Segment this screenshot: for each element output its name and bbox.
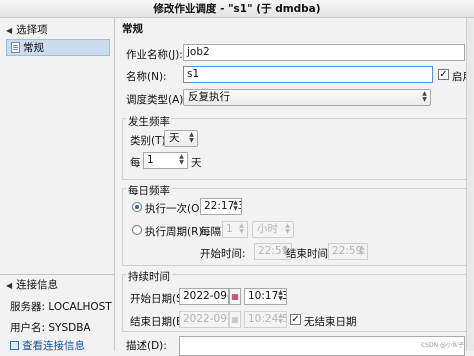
server-info: 服务器: LOCALHOST [10,301,112,313]
frequency-group-title: 发生频率 [126,114,172,129]
calendar-icon[interactable]: ▦ [229,288,241,305]
name-label: 名称(N): [126,71,167,83]
document-icon [11,42,20,53]
schedule-type-select[interactable]: 反复执行 ▲ ▼ [183,89,431,106]
spinner-arrows-icon: ▲ ▼ [278,312,283,325]
spinner-arrows-icon: ▲ ▼ [278,289,283,302]
freq-type-select[interactable]: 天 ▲ ▼ [164,130,198,147]
end-time-label: 结束时间: [286,248,332,260]
dropdown-arrows-icon: ▲ ▼ [285,222,290,235]
link-icon [10,341,19,350]
run-once-label: 执行一次(O): [145,203,207,215]
section-select[interactable]: ◀ 选择项 [0,22,48,38]
freq-every-prefix: 每 [130,157,141,169]
calendar-icon[interactable]: ▦ [229,311,241,328]
dropdown-arrows-icon: ▲ ▼ [422,90,427,103]
run-periodic-label: 执行周期(R): [145,226,207,238]
period-every-value: 1 [226,223,233,235]
vertical-scrollbar[interactable] [466,18,474,351]
user-info: 用户名: SYSDBA [10,322,91,334]
start-time-label: 开始时间: [200,248,246,260]
freq-every-suffix: 天 [191,157,202,169]
every-label: 每隔 [200,226,221,238]
sidebar-item-general[interactable]: 常规 [6,39,110,56]
collapse-triangle-icon: ◀ [6,26,13,35]
period-unit-value: 小时 [257,223,278,235]
schedule-type-label: 调度类型(A): [126,94,187,106]
main-panel: 常规 作业名称(J): job2 名称(N): s1 ✓ 启用 调度类型(A):… [116,18,474,356]
window-title: 修改作业调度 - "s1" (于 dmdba) [0,0,474,18]
frequency-group [122,118,467,180]
name-field[interactable]: s1 [183,66,433,83]
end-date-field[interactable]: 2022-09-27 [179,311,229,328]
spinner-arrows-icon: ▲ ▼ [239,222,244,235]
sidebar-item-label: 常规 [23,42,44,54]
freq-type-value: 天 [169,132,180,144]
period-every-spinner[interactable]: 1 ▲ ▼ [222,221,248,238]
spinner-arrows-icon: ▲ ▼ [179,153,184,166]
section-select-label: 选择项 [16,24,48,36]
collapse-triangle-icon: ◀ [6,281,13,290]
job-name-field[interactable]: job2 [183,44,465,61]
start-date-field[interactable]: 2022-09-27 [179,288,229,305]
run-once-radio[interactable] [132,202,142,212]
enabled-checkbox[interactable]: ✓ [438,69,449,80]
daily-frequency-group-title: 每日频率 [126,183,172,198]
section-connection-label: 连接信息 [16,279,59,291]
schedule-type-value: 反复执行 [188,91,230,103]
spinner-arrows-icon: ▲ ▼ [233,199,238,212]
period-unit-select[interactable]: 小时 ▲ ▼ [252,221,294,238]
start-time-of-day-spinner[interactable]: 10:17:31 ▲▼ [244,288,287,305]
duration-group-title: 持续时间 [126,269,172,284]
watermark: CSDN @小伙子 [420,342,464,349]
job-name-label: 作业名称(J): [126,49,183,61]
end-time-of-day-spinner[interactable]: 10:24:59 ▲▼ [244,311,287,328]
freq-every-spinner[interactable]: 1 ▲ ▼ [143,152,188,169]
freq-every-value: 1 [147,154,154,166]
section-connection[interactable]: ◀ 连接信息 [0,277,58,293]
spinner-arrows-icon: ▲ ▼ [359,244,364,257]
no-end-date-checkbox[interactable]: ✓ [290,314,301,325]
no-end-date-label: 无结束日期 [304,316,357,328]
left-panel: ◀ 选择项 常规 ◀ 连接信息 服务器: LOCALHOST 用户名: SYSDBA… [0,18,115,352]
run-periodic-radio[interactable] [132,225,142,235]
view-connection-label: 查看连接信息 [22,340,85,352]
dropdown-arrows-icon: ▲ ▼ [189,131,194,144]
run-once-time-spinner[interactable]: 22:17:31 ▲▼ [200,198,242,215]
page-title: 常规 [122,23,143,35]
end-time-spinner[interactable]: 22:59:5 ▲▼ [328,243,368,260]
